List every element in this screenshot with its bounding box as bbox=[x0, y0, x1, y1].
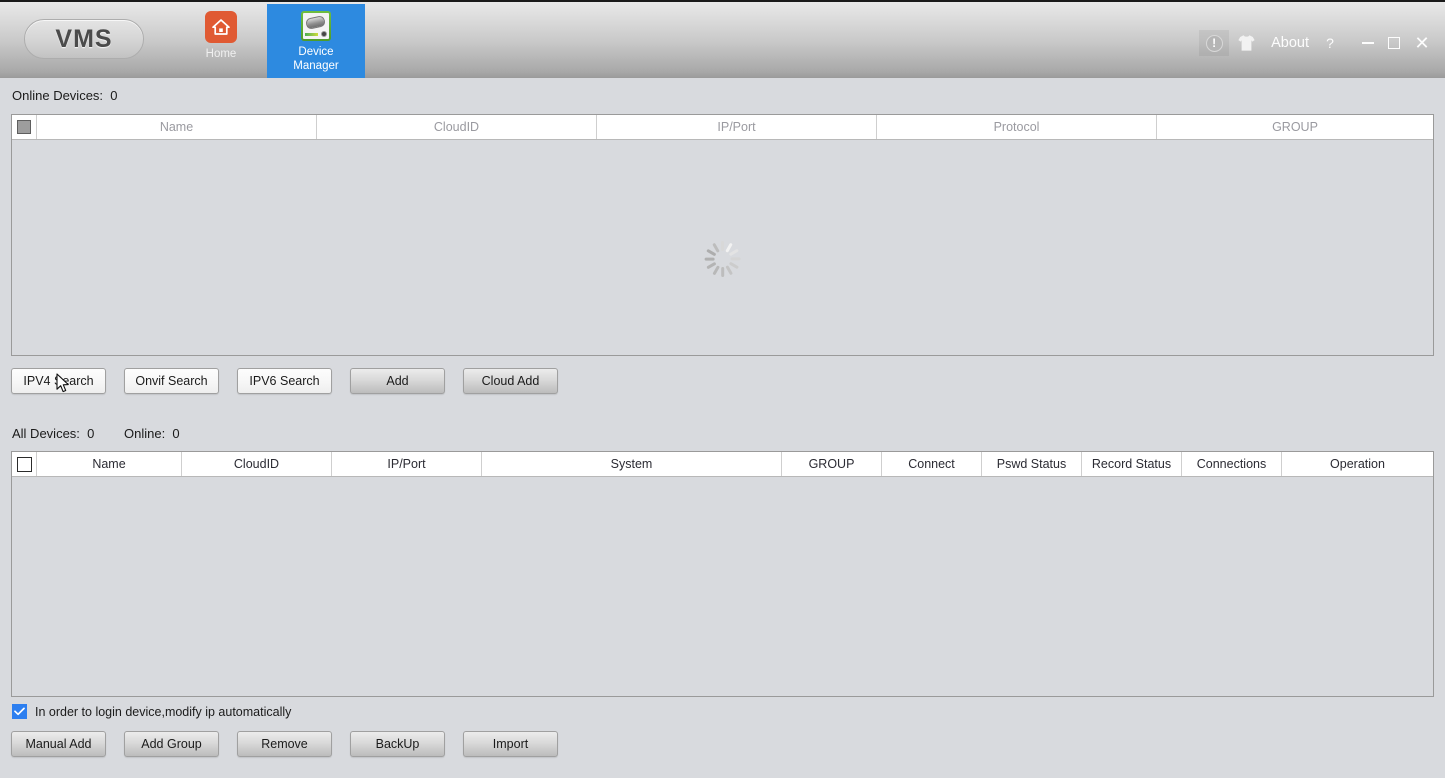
all-devices-online-label: Online: 0 bbox=[124, 426, 180, 441]
all-col-ipport[interactable]: IP/Port bbox=[332, 452, 482, 476]
nav-tab-device-manager-label-line2: Manager bbox=[293, 60, 339, 72]
info-icon[interactable]: ! bbox=[1199, 30, 1230, 56]
import-button[interactable]: Import bbox=[463, 731, 558, 757]
online-devices-table-body bbox=[12, 140, 1433, 355]
nav-tab-device-manager-label: Device Manager bbox=[293, 45, 338, 73]
checkbox-checked-icon bbox=[12, 704, 27, 719]
maximize-icon bbox=[1388, 37, 1400, 49]
online-col-group[interactable]: GROUP bbox=[1157, 115, 1433, 139]
checkbox-unchecked-icon bbox=[16, 456, 32, 472]
add-button[interactable]: Add bbox=[350, 368, 445, 394]
skin-tshirt-icon[interactable] bbox=[1229, 30, 1263, 56]
app-logo: VMS bbox=[24, 19, 144, 59]
title-bar: VMS Home Device Manager ! About ? ✕ bbox=[0, 0, 1445, 78]
maximize-button[interactable] bbox=[1381, 30, 1407, 56]
cloud-add-button[interactable]: Cloud Add bbox=[463, 368, 558, 394]
about-button[interactable]: About bbox=[1263, 30, 1317, 56]
all-col-cloudid[interactable]: CloudID bbox=[182, 452, 332, 476]
all-devices-table-body bbox=[12, 477, 1433, 696]
auto-modify-ip-checkbox[interactable]: In order to login device,modify ip autom… bbox=[12, 704, 291, 719]
close-button[interactable]: ✕ bbox=[1407, 30, 1437, 56]
checkbox-indeterminate-icon bbox=[17, 120, 31, 134]
online-col-cloudid[interactable]: CloudID bbox=[317, 115, 597, 139]
app-logo-text: VMS bbox=[55, 24, 113, 53]
auto-modify-ip-label: In order to login device,modify ip autom… bbox=[35, 704, 292, 719]
nav-tab-device-manager-label-line1: Device bbox=[298, 46, 334, 58]
home-icon bbox=[205, 11, 237, 43]
online-col-name[interactable]: Name bbox=[37, 115, 317, 139]
info-glyph: ! bbox=[1205, 34, 1223, 52]
online-select-all-checkbox[interactable] bbox=[12, 115, 37, 139]
all-select-all-checkbox[interactable] bbox=[12, 452, 37, 476]
minimize-icon bbox=[1362, 42, 1374, 44]
all-devices-label: All Devices: 0 bbox=[12, 426, 95, 441]
online-col-ipport[interactable]: IP/Port bbox=[597, 115, 877, 139]
add-group-button[interactable]: Add Group bbox=[124, 731, 219, 757]
all-devices-table: Name CloudID IP/Port System GROUP Connec… bbox=[11, 451, 1434, 697]
manual-add-button[interactable]: Manual Add bbox=[11, 731, 106, 757]
online-devices-table: Name CloudID IP/Port Protocol GROUP bbox=[11, 114, 1434, 356]
device-manager-icon bbox=[301, 11, 331, 41]
onvif-search-button[interactable]: Onvif Search bbox=[124, 368, 219, 394]
vms-application-window: VMS Home Device Manager ! About ? ✕ Onli… bbox=[0, 0, 1445, 778]
online-devices-label: Online Devices: 0 bbox=[12, 88, 118, 103]
backup-button[interactable]: BackUp bbox=[350, 731, 445, 757]
all-col-connections[interactable]: Connections bbox=[1182, 452, 1282, 476]
remove-button[interactable]: Remove bbox=[237, 731, 332, 757]
all-col-name[interactable]: Name bbox=[37, 452, 182, 476]
all-col-group[interactable]: GROUP bbox=[782, 452, 882, 476]
all-col-connect[interactable]: Connect bbox=[882, 452, 982, 476]
minimize-button[interactable] bbox=[1355, 30, 1381, 56]
ipv6-search-button[interactable]: IPV6 Search bbox=[237, 368, 332, 394]
loading-spinner-icon bbox=[704, 240, 742, 278]
ipv4-search-button[interactable]: IPV4 Search bbox=[11, 368, 106, 394]
title-bar-controls: ! About ? ✕ bbox=[1199, 30, 1437, 56]
help-button[interactable]: ? bbox=[1317, 30, 1343, 56]
nav-tab-home[interactable]: Home bbox=[172, 4, 270, 78]
online-col-protocol[interactable]: Protocol bbox=[877, 115, 1157, 139]
all-col-record-status[interactable]: Record Status bbox=[1082, 452, 1182, 476]
all-col-system[interactable]: System bbox=[482, 452, 782, 476]
all-col-pswd-status[interactable]: Pswd Status bbox=[982, 452, 1082, 476]
online-devices-table-header: Name CloudID IP/Port Protocol GROUP bbox=[12, 115, 1433, 140]
nav-tab-home-label: Home bbox=[205, 48, 237, 60]
nav-tab-device-manager[interactable]: Device Manager bbox=[267, 4, 365, 78]
all-col-operation[interactable]: Operation bbox=[1282, 452, 1433, 476]
all-devices-table-header: Name CloudID IP/Port System GROUP Connec… bbox=[12, 452, 1433, 477]
